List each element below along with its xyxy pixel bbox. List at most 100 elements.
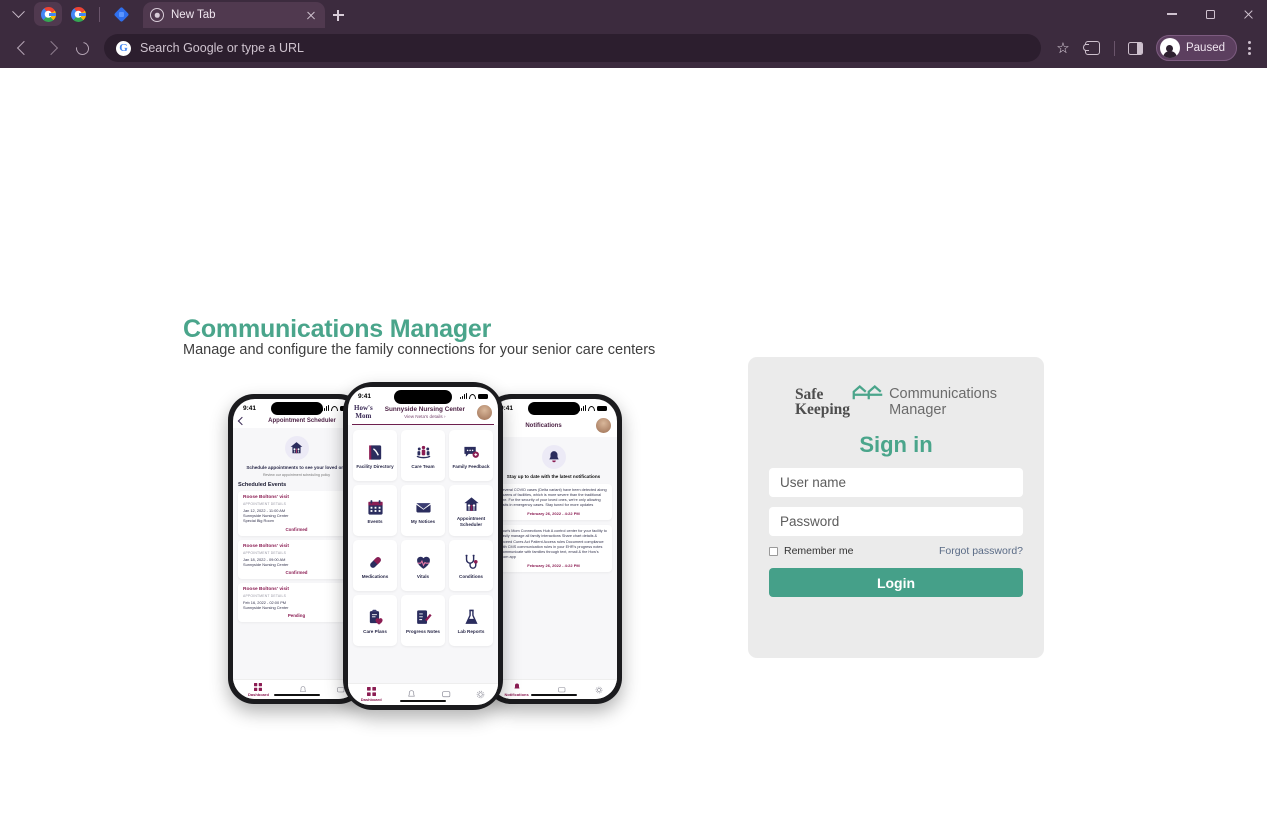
tile-care-plans[interactable]: Care Plans bbox=[353, 595, 397, 647]
side-panel-icon[interactable] bbox=[1122, 34, 1150, 62]
bell-icon bbox=[541, 445, 566, 469]
nav-message[interactable] bbox=[557, 686, 566, 694]
tile-lab-reports[interactable]: Lab Reports bbox=[449, 595, 493, 647]
left-phone-bottom-nav: Dashboard bbox=[233, 679, 360, 699]
tile-my-notices[interactable]: My Notices bbox=[401, 485, 445, 537]
back-button[interactable] bbox=[8, 34, 36, 62]
home-indicator bbox=[273, 693, 320, 696]
close-window-button[interactable] bbox=[1229, 0, 1267, 28]
tile-family-feedback[interactable]: Family Feedback bbox=[449, 430, 493, 482]
wifi-icon bbox=[469, 393, 476, 399]
nav-settings[interactable] bbox=[476, 690, 485, 699]
notch bbox=[527, 402, 580, 415]
tile-label: Care Team bbox=[411, 464, 435, 470]
toolbar-divider bbox=[1113, 40, 1115, 56]
tile-progress-notes[interactable]: Progress Notes bbox=[401, 595, 445, 647]
nav-dashboard-label: Dashboard bbox=[248, 691, 269, 697]
tile-conditions[interactable]: Conditions bbox=[449, 540, 493, 592]
nav-message[interactable] bbox=[441, 690, 451, 699]
tile-label: Care Plans bbox=[363, 629, 387, 635]
nav-bell[interactable] bbox=[407, 690, 416, 699]
logo-product-name: Communications Manager bbox=[889, 386, 997, 418]
left-phone-header: Appointment Scheduler bbox=[233, 414, 360, 428]
forward-button[interactable] bbox=[38, 34, 66, 62]
nav-notifications[interactable]: Notifications bbox=[504, 683, 529, 697]
book-icon bbox=[364, 442, 386, 462]
reload-button[interactable] bbox=[68, 34, 96, 62]
nav-settings[interactable] bbox=[595, 686, 603, 694]
event-room: Special Big Room bbox=[243, 518, 274, 524]
tab-title: New Tab bbox=[171, 9, 216, 21]
logo-product-line2: Manager bbox=[889, 402, 947, 418]
omnibox-placeholder: Search Google or type a URL bbox=[140, 41, 304, 55]
avatar[interactable] bbox=[596, 418, 611, 433]
tile-label: Conditions bbox=[459, 574, 483, 580]
tile-facility-directory[interactable]: Facility Directory bbox=[353, 430, 397, 482]
signin-options-row: Remember me Forgot password? bbox=[769, 545, 1023, 557]
browser-window: New Tab G Search Google or type a URL ☆ … bbox=[0, 0, 1267, 822]
tile-care-team[interactable]: Care Team bbox=[401, 430, 445, 482]
browser-tab[interactable]: New Tab bbox=[143, 2, 325, 28]
hows-mom-logo: How's Mom bbox=[354, 404, 373, 420]
chrome-favicon-icon bbox=[150, 8, 164, 22]
bookmark-star-icon[interactable]: ☆ bbox=[1049, 34, 1077, 62]
tile-appointment-scheduler[interactable]: Appointment Scheduler bbox=[449, 485, 493, 537]
logo-keeping-text: Keeping bbox=[794, 401, 851, 418]
right-phone-bottom-nav: Notifications bbox=[490, 679, 617, 699]
status-time: 9:41 bbox=[243, 404, 257, 412]
facility-sub[interactable]: View Neta's details › bbox=[377, 414, 473, 419]
profile-button[interactable]: Paused bbox=[1155, 35, 1237, 61]
tile-label: Lab Reports bbox=[457, 629, 485, 635]
nav-dashboard[interactable]: Dashboard bbox=[248, 682, 269, 697]
minimize-button[interactable] bbox=[1153, 0, 1191, 28]
scheduled-events-heading: Scheduled Events bbox=[238, 482, 287, 488]
new-tab-button[interactable] bbox=[325, 2, 351, 28]
profile-chip-1-icon[interactable] bbox=[34, 2, 62, 26]
remember-me-checkbox[interactable]: Remember me bbox=[769, 545, 853, 557]
signin-heading: Sign in bbox=[859, 432, 933, 457]
back-icon[interactable] bbox=[237, 416, 247, 426]
notification-text: Several COVID cases (Delta variant) have… bbox=[500, 488, 607, 508]
notification-card[interactable]: How's Mom Connections Hub A control cent… bbox=[495, 525, 612, 572]
window-controls bbox=[1153, 0, 1267, 28]
workspace-diamond-icon[interactable] bbox=[107, 2, 135, 26]
event-sub: APPOINTMENT DETAILS bbox=[243, 502, 287, 506]
tile-vitals[interactable]: Vitals bbox=[401, 540, 445, 592]
wifi-icon bbox=[331, 405, 338, 411]
status-icons bbox=[459, 393, 488, 399]
profile-label: Paused bbox=[1185, 42, 1225, 54]
login-button[interactable]: Login bbox=[769, 568, 1023, 597]
page-content: Communications Manager Manage and config… bbox=[0, 68, 1267, 822]
maximize-button[interactable] bbox=[1191, 0, 1229, 28]
nav-bell[interactable] bbox=[299, 685, 307, 694]
profile-chip-2-icon[interactable] bbox=[64, 2, 92, 26]
address-bar[interactable]: G Search Google or type a URL bbox=[104, 34, 1041, 62]
tile-events[interactable]: Events bbox=[353, 485, 397, 537]
left-phone-policy: Review our appointment scheduling policy bbox=[262, 473, 331, 477]
notification-card[interactable]: Several COVID cases (Delta variant) have… bbox=[495, 484, 612, 521]
avatar[interactable] bbox=[477, 405, 492, 420]
safekeeping-logo: Safe Keeping Communications Manager bbox=[748, 385, 1044, 418]
notification-date: February 26, 2022 - 4:22 PM bbox=[527, 562, 580, 568]
password-field[interactable]: Password bbox=[769, 507, 1023, 536]
chrome-menu-button[interactable] bbox=[1239, 35, 1259, 61]
status-bar: 9:41 bbox=[490, 399, 617, 415]
notch bbox=[270, 402, 323, 415]
event-card[interactable]: Roose Boltons' visit APPOINTMENT DETAILS… bbox=[238, 491, 355, 536]
nav-notifications-label: Notifications bbox=[504, 691, 529, 697]
forgot-password-link[interactable]: Forgot password? bbox=[939, 545, 1023, 557]
extensions-icon[interactable] bbox=[1079, 34, 1107, 62]
status-time: 9:41 bbox=[358, 392, 372, 400]
status-bar: 9:41 bbox=[233, 399, 360, 415]
nav-dashboard[interactable]: Dashboard bbox=[361, 687, 382, 702]
username-field[interactable]: User name bbox=[769, 468, 1023, 497]
signal-icon bbox=[321, 405, 329, 411]
close-icon[interactable] bbox=[303, 8, 318, 23]
event-card[interactable]: Roose Boltons' visit APPOINTMENT DETAILS… bbox=[238, 583, 355, 623]
tab-search-chevron-icon[interactable] bbox=[4, 2, 32, 26]
tile-label: Progress Notes bbox=[406, 629, 440, 635]
username-placeholder: User name bbox=[780, 475, 847, 490]
tile-medications[interactable]: Medications bbox=[353, 540, 397, 592]
event-card[interactable]: Roose Boltons' visit APPOINTMENT DETAILS… bbox=[238, 539, 355, 580]
checkbox-icon[interactable] bbox=[769, 546, 778, 556]
